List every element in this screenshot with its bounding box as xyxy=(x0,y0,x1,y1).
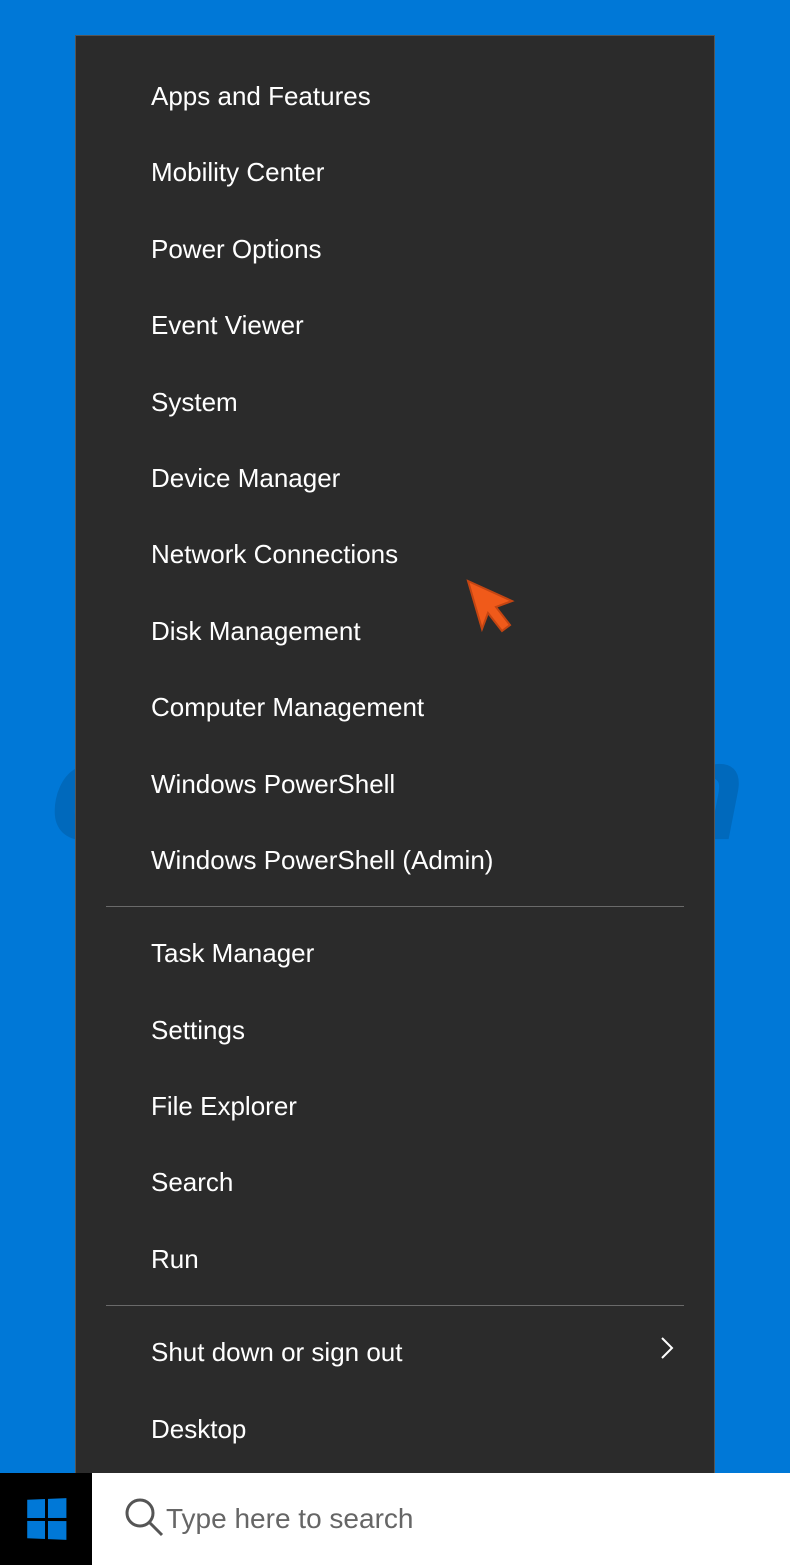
taskbar: Type here to search xyxy=(0,1473,790,1565)
menu-item-label: Event Viewer xyxy=(151,307,304,343)
menu-item-label: Power Options xyxy=(151,231,322,267)
menu-separator xyxy=(106,906,684,907)
menu-item-run[interactable]: Run xyxy=(76,1221,714,1297)
menu-item-label: Windows PowerShell xyxy=(151,766,395,802)
start-button[interactable] xyxy=(0,1473,92,1565)
menu-item-label: Mobility Center xyxy=(151,154,324,190)
menu-item-shut-down[interactable]: Shut down or sign out xyxy=(76,1314,714,1390)
menu-item-device-manager[interactable]: Device Manager xyxy=(76,440,714,516)
menu-item-disk-management[interactable]: Disk Management xyxy=(76,593,714,669)
menu-item-label: Shut down or sign out xyxy=(151,1334,403,1370)
menu-item-label: System xyxy=(151,384,238,420)
windows-logo-icon xyxy=(27,1498,66,1540)
menu-item-power-options[interactable]: Power Options xyxy=(76,211,714,287)
menu-item-label: Settings xyxy=(151,1012,245,1048)
menu-item-system[interactable]: System xyxy=(76,364,714,440)
search-placeholder: Type here to search xyxy=(166,1503,413,1535)
menu-item-search[interactable]: Search xyxy=(76,1144,714,1220)
winx-context-menu: Apps and Features Mobility Center Power … xyxy=(75,35,715,1490)
menu-item-windows-powershell-admin[interactable]: Windows PowerShell (Admin) xyxy=(76,822,714,898)
menu-item-label: Search xyxy=(151,1164,233,1200)
menu-item-label: Network Connections xyxy=(151,536,398,572)
menu-item-label: Device Manager xyxy=(151,460,340,496)
menu-item-desktop[interactable]: Desktop xyxy=(76,1391,714,1467)
menu-item-windows-powershell[interactable]: Windows PowerShell xyxy=(76,746,714,822)
chevron-right-icon xyxy=(660,1336,674,1369)
menu-item-label: File Explorer xyxy=(151,1088,297,1124)
menu-item-computer-management[interactable]: Computer Management xyxy=(76,669,714,745)
menu-item-apps-features[interactable]: Apps and Features xyxy=(76,58,714,134)
menu-item-label: Windows PowerShell (Admin) xyxy=(151,842,493,878)
taskbar-search[interactable]: Type here to search xyxy=(92,1473,790,1565)
menu-item-label: Computer Management xyxy=(151,689,424,725)
menu-item-settings[interactable]: Settings xyxy=(76,992,714,1068)
menu-item-mobility-center[interactable]: Mobility Center xyxy=(76,134,714,210)
search-icon xyxy=(122,1495,166,1544)
menu-item-label: Task Manager xyxy=(151,935,314,971)
menu-item-label: Apps and Features xyxy=(151,78,371,114)
menu-item-event-viewer[interactable]: Event Viewer xyxy=(76,287,714,363)
menu-item-label: Run xyxy=(151,1241,199,1277)
menu-item-task-manager[interactable]: Task Manager xyxy=(76,915,714,991)
menu-separator xyxy=(106,1305,684,1306)
menu-item-label: Desktop xyxy=(151,1411,246,1447)
menu-item-file-explorer[interactable]: File Explorer xyxy=(76,1068,714,1144)
menu-item-label: Disk Management xyxy=(151,613,361,649)
menu-item-network-connections[interactable]: Network Connections xyxy=(76,516,714,592)
